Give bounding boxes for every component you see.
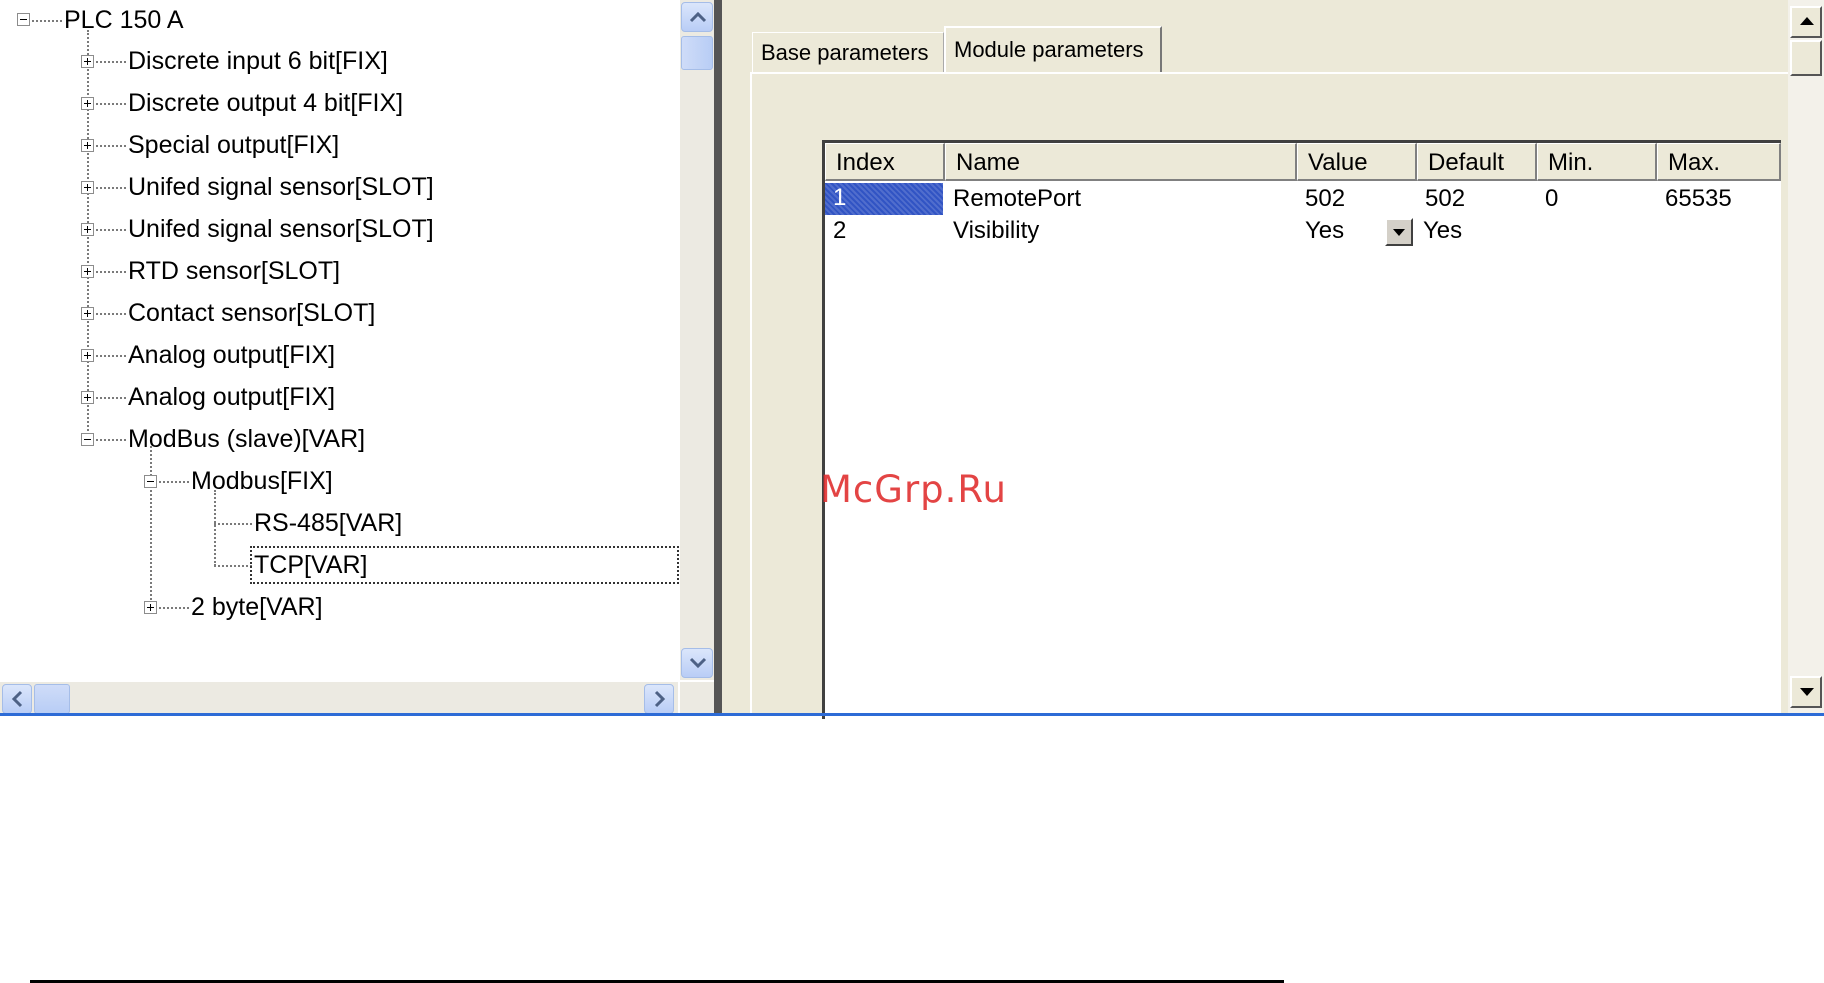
- expand-icon[interactable]: [81, 391, 94, 404]
- tree-connector: [150, 446, 152, 608]
- tree-connector: [96, 145, 126, 147]
- chevron-down-icon: [689, 657, 707, 669]
- column-header-min[interactable]: Min.: [1537, 143, 1657, 181]
- tree-connector: [96, 61, 126, 63]
- parameters-panel: Base parameters Module parameters Index …: [722, 0, 1824, 719]
- tree-node-analog-output-2[interactable]: Analog output[FIX]: [128, 382, 335, 412]
- tree-connector: [96, 439, 126, 441]
- tree-connector: [159, 607, 189, 609]
- tree-connector: [87, 30, 89, 442]
- tree-connector: [96, 271, 126, 273]
- scroll-down-button[interactable]: [1790, 676, 1822, 708]
- tab-module-parameters[interactable]: Module parameters: [944, 26, 1162, 72]
- panel-splitter[interactable]: [714, 0, 722, 716]
- cell-max: 65535: [1665, 185, 1732, 212]
- tree-connector: [96, 313, 126, 315]
- column-header-max[interactable]: Max.: [1657, 143, 1781, 181]
- scroll-right-button[interactable]: [644, 684, 674, 714]
- expand-icon[interactable]: [81, 181, 94, 194]
- tree-connector: [214, 523, 252, 525]
- tree-node-analog-output-1[interactable]: Analog output[FIX]: [128, 340, 335, 370]
- tree-horizontal-scrollbar[interactable]: [0, 682, 678, 716]
- tree-vertical-scrollbar[interactable]: [680, 0, 714, 680]
- scroll-up-button[interactable]: [1790, 6, 1822, 38]
- expand-icon[interactable]: [81, 97, 94, 110]
- column-header-name[interactable]: Name: [945, 143, 1297, 181]
- scroll-thumb[interactable]: [1790, 40, 1822, 76]
- tree-node-discrete-input[interactable]: Discrete input 6 bit[FIX]: [128, 46, 388, 76]
- cell-min: 0: [1545, 185, 1559, 212]
- scrollbar-corner: [680, 682, 714, 716]
- application-window: PLC 150 A Discrete input 6 bit[FIX] Disc…: [0, 0, 1824, 719]
- chevron-up-icon: [689, 11, 707, 23]
- panel-vertical-scrollbar[interactable]: [1788, 0, 1824, 716]
- cell-index[interactable]: 1: [825, 183, 943, 215]
- chevron-right-icon: [654, 690, 666, 708]
- tree-node-contact-sensor[interactable]: Contact sensor[SLOT]: [128, 298, 375, 328]
- chevron-left-icon: [11, 690, 23, 708]
- cell-index[interactable]: 2: [825, 216, 846, 246]
- expand-icon[interactable]: [144, 601, 157, 614]
- tree-node-discrete-output[interactable]: Discrete output 4 bit[FIX]: [128, 88, 403, 118]
- cell-name[interactable]: Visibility: [945, 216, 1039, 246]
- cell-default: Yes: [1423, 217, 1463, 244]
- tree-node-rs485[interactable]: RS-485[VAR]: [254, 508, 402, 538]
- module-tree: PLC 150 A Discrete input 6 bit[FIX] Disc…: [0, 0, 680, 680]
- tab-base-parameters[interactable]: Base parameters: [752, 32, 944, 72]
- tree-connector: [96, 355, 126, 357]
- column-header-index[interactable]: Index: [825, 143, 945, 181]
- expand-icon[interactable]: [81, 223, 94, 236]
- dropdown-arrow-icon[interactable]: [1385, 218, 1413, 246]
- cell-name[interactable]: RemotePort: [945, 184, 1081, 214]
- tree-connector: [214, 490, 216, 566]
- watermark: McGrp.Ru: [820, 468, 1007, 511]
- expand-icon[interactable]: [81, 139, 94, 152]
- tree-connector: [32, 20, 62, 22]
- tree-node-root[interactable]: PLC 150 A: [64, 5, 184, 35]
- scroll-left-button[interactable]: [2, 684, 32, 714]
- cell-value[interactable]: Yes: [1297, 216, 1344, 246]
- tree-connector: [214, 565, 252, 567]
- expand-icon[interactable]: [81, 265, 94, 278]
- tree-panel: PLC 150 A Discrete input 6 bit[FIX] Disc…: [0, 0, 720, 716]
- collapse-root-icon[interactable]: [17, 13, 30, 26]
- cell-value[interactable]: 502: [1297, 184, 1345, 214]
- tree-connector: [159, 481, 189, 483]
- tree-connector: [96, 229, 126, 231]
- tree-connector: [96, 187, 126, 189]
- tree-node-rtd-sensor[interactable]: RTD sensor[SLOT]: [128, 256, 340, 286]
- tree-connector: [96, 397, 126, 399]
- column-header-value[interactable]: Value: [1297, 143, 1417, 181]
- scroll-down-button[interactable]: [681, 648, 713, 678]
- expand-icon[interactable]: [81, 349, 94, 362]
- tree-node-tcp-selected[interactable]: TCP[VAR]: [249, 546, 680, 584]
- tree-node-unifed-sensor-2[interactable]: Unifed signal sensor[SLOT]: [128, 214, 434, 244]
- scroll-thumb[interactable]: [34, 684, 70, 714]
- expand-icon[interactable]: [81, 307, 94, 320]
- collapse-icon[interactable]: [81, 433, 94, 446]
- tree-connector: [96, 103, 126, 105]
- window-bottom-border: [0, 713, 1824, 716]
- tree-node-special-output[interactable]: Special output[FIX]: [128, 130, 339, 160]
- tree-node-unifed-sensor-1[interactable]: Unifed signal sensor[SLOT]: [128, 172, 434, 202]
- tree-node-2-byte[interactable]: 2 byte[VAR]: [191, 592, 323, 622]
- tree-node-modbus-fix[interactable]: Modbus[FIX]: [191, 466, 333, 496]
- scroll-up-button[interactable]: [681, 2, 713, 32]
- collapse-icon[interactable]: [144, 475, 157, 488]
- parameters-grid: Index Name Value Default Min. Max. 1 Rem…: [822, 140, 1781, 719]
- tree-node-modbus-slave[interactable]: ModBus (slave)[VAR]: [128, 424, 365, 454]
- scroll-thumb[interactable]: [681, 36, 713, 70]
- cell-default: 502: [1425, 185, 1466, 212]
- column-header-default[interactable]: Default: [1417, 143, 1537, 181]
- expand-icon[interactable]: [81, 55, 94, 68]
